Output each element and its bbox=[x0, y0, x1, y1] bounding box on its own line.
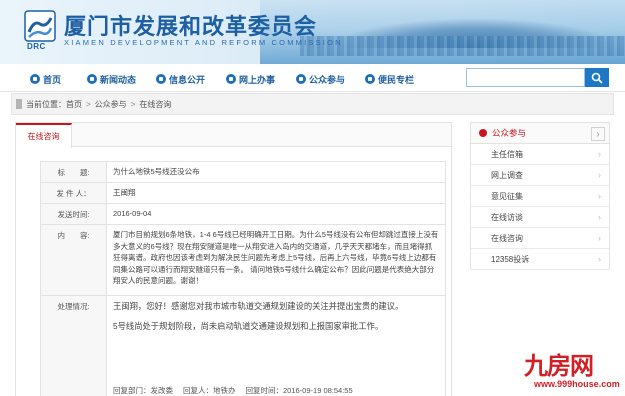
chevron-right-icon: › bbox=[598, 212, 601, 222]
watermark-brand: 九房网 bbox=[524, 351, 594, 380]
tab-online-consult[interactable]: 在线咨询 bbox=[16, 123, 72, 148]
sidebar-item-opinion-collection[interactable]: 意见征集 › bbox=[471, 186, 609, 207]
chevron-right-icon: › bbox=[598, 170, 601, 180]
home-icon bbox=[30, 74, 40, 84]
chevron-right-icon: › bbox=[598, 254, 601, 264]
nav-item-label: 新闻动态 bbox=[100, 74, 137, 85]
breadcrumb-prefix: 当前位置： bbox=[26, 99, 66, 109]
nav-item-label: 便民专栏 bbox=[378, 74, 415, 85]
date-label: 发送时间: bbox=[40, 203, 107, 225]
sender-value: 王闽翔 bbox=[106, 182, 446, 204]
breadcrumb: 当前位置： 首页 > 公众参与 > 在线咨询 bbox=[11, 93, 614, 115]
nav-item-convenience[interactable]: 便民专栏 bbox=[365, 73, 414, 85]
computer-icon bbox=[226, 74, 236, 84]
breadcrumb-item-participation[interactable]: 公众参与 bbox=[95, 99, 127, 110]
sender-label: 发 件 人： bbox=[40, 182, 107, 204]
search-input[interactable] bbox=[466, 68, 585, 87]
sidebar-item-complaint[interactable]: 12358投诉 › bbox=[471, 249, 609, 270]
site-title[interactable]: 厦门市发展和改革委员会 bbox=[64, 9, 317, 41]
search-button[interactable] bbox=[585, 68, 609, 87]
sidebar: 公众参与 › 主任信箱 › 网上调查 › 意见征集 › 在线访谈 › 在线咨询 … bbox=[470, 122, 610, 270]
sidebar-item-label: 网上调查 bbox=[491, 170, 523, 180]
main-panel: 在线咨询 标 题: 为什么地铁5号线还没公布 发 件 人： 王闽翔 发送时间: … bbox=[15, 122, 452, 396]
chevron-right-icon: › bbox=[598, 233, 601, 243]
breadcrumb-item-current[interactable]: 在线咨询 bbox=[139, 99, 171, 110]
location-icon bbox=[16, 99, 22, 109]
content-value: 厦门市目前规划6条地铁，1-4 6号线已经明确开工日期。为什么5号线没有公布但却… bbox=[106, 224, 446, 296]
nav-item-label: 公众参与 bbox=[309, 74, 346, 85]
reply-person-label: 回复人： bbox=[183, 386, 213, 395]
sidebar-item-label: 在线访谈 bbox=[491, 212, 523, 222]
sidebar-item-director-mailbox[interactable]: 主任信箱 › bbox=[471, 144, 609, 165]
nav-item-news[interactable]: 新闻动态 bbox=[87, 73, 136, 85]
reply-line-2: 5号线尚处于规划阶段，尚未启动轨道交通建设规划和上报国家审批工作。 bbox=[113, 321, 384, 331]
reply-label: 处理情况: bbox=[40, 295, 107, 396]
nav-item-label: 信息公开 bbox=[169, 74, 206, 85]
logo-abbr: DRC bbox=[27, 42, 46, 51]
chevron-right-icon: › bbox=[598, 149, 601, 159]
bookmark-icon bbox=[365, 74, 375, 84]
consult-detail-table: 标 题: 为什么地铁5号线还没公布 发 件 人： 王闽翔 发送时间: 2016-… bbox=[40, 161, 446, 396]
reply-person-value: 地铁办 bbox=[213, 386, 236, 395]
watermark-logo: 九房网 www.999house.com bbox=[520, 346, 625, 396]
reply-meta: 回复部门：发改委 回复人：地铁办 回复时间：2016-09-19 08:54:55 bbox=[113, 385, 439, 396]
breadcrumb-item-home[interactable]: 首页 bbox=[66, 99, 82, 110]
sidebar-item-online-interview[interactable]: 在线访谈 › bbox=[471, 207, 609, 228]
watermark-url: www.999house.com bbox=[534, 379, 620, 389]
title-value: 为什么地铁5号线还没公布 bbox=[106, 161, 446, 183]
reply-time-value: 2016-09-19 08:54:55 bbox=[283, 386, 353, 395]
reply-cell: 王闽翔，您好！感谢您对我市城市轨道交通规划建设的关注并提出宝贵的建议。 5号线尚… bbox=[106, 295, 446, 396]
main-tabbar: 在线咨询 bbox=[16, 123, 451, 148]
sidebar-list: 主任信箱 › 网上调查 › 意见征集 › 在线访谈 › 在线咨询 › 12358… bbox=[470, 144, 610, 270]
nav-item-info[interactable]: 信息公开 bbox=[156, 73, 205, 85]
title-label: 标 题: bbox=[40, 161, 107, 183]
reply-time-label: 回复时间： bbox=[245, 386, 284, 395]
reply-dept-value: 发改委 bbox=[150, 386, 174, 395]
header-banner: DRC 厦门市发展和改革委员会 XIAMEN DEVELOPMENT AND R… bbox=[0, 0, 625, 64]
news-icon bbox=[87, 74, 97, 84]
breadcrumb-separator: > bbox=[130, 99, 136, 109]
site-subtitle: XIAMEN DEVELOPMENT AND REFORM COMMISSION bbox=[64, 38, 343, 47]
chevron-right-icon[interactable]: › bbox=[591, 127, 605, 141]
date-value: 2016-09-04 bbox=[106, 203, 446, 225]
nav-item-public-participation[interactable]: 公众参与 bbox=[296, 73, 345, 85]
sidebar-item-label: 意见征集 bbox=[491, 191, 523, 201]
nav-item-online-service[interactable]: 网上办事 bbox=[226, 73, 275, 85]
reply-dept-label: 回复部门： bbox=[113, 386, 151, 395]
sidebar-header: 公众参与 › bbox=[470, 122, 610, 144]
sidebar-title: 公众参与 bbox=[492, 128, 527, 138]
bullet-icon bbox=[479, 129, 487, 137]
sidebar-item-online-consult[interactable]: 在线咨询 › bbox=[471, 228, 609, 249]
reply-line-1: 王闽翔，您好！感谢您对我市城市轨道交通规划建设的关注并提出宝贵的建议。 bbox=[113, 301, 404, 311]
document-icon bbox=[156, 74, 166, 84]
logo-icon[interactable] bbox=[24, 10, 56, 44]
search-icon bbox=[591, 72, 603, 84]
banner-skyline-image bbox=[300, 36, 625, 56]
sidebar-item-label: 主任信箱 bbox=[491, 149, 523, 159]
sidebar-item-label: 在线咨询 bbox=[491, 233, 523, 243]
nav-item-label: 网上办事 bbox=[239, 74, 276, 85]
content-label: 内 容: bbox=[40, 224, 107, 296]
breadcrumb-separator: > bbox=[86, 99, 91, 109]
sidebar-item-label: 12358投诉 bbox=[491, 254, 530, 264]
people-icon bbox=[296, 74, 306, 84]
nav-item-home[interactable]: 首页 bbox=[30, 73, 61, 85]
nav-item-label: 首页 bbox=[43, 74, 62, 85]
sidebar-item-online-survey[interactable]: 网上调查 › bbox=[471, 165, 609, 186]
chevron-right-icon: › bbox=[598, 191, 601, 201]
